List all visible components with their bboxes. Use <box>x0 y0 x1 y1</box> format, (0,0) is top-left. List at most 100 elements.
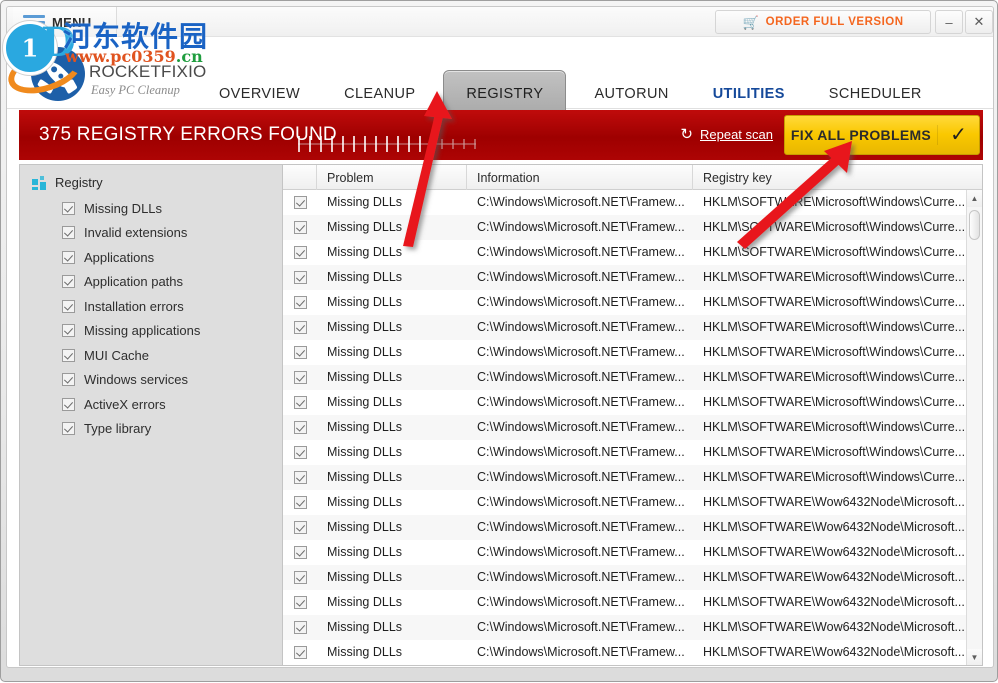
tab-overview[interactable]: OVERVIEW <box>197 81 322 107</box>
column-header-checkbox[interactable] <box>283 165 317 190</box>
sidebar-item-checkbox[interactable] <box>62 324 75 338</box>
row-checkbox-cell[interactable] <box>283 640 317 665</box>
row-checkbox[interactable] <box>293 621 307 634</box>
row-checkbox[interactable] <box>293 546 307 559</box>
table-row[interactable]: Missing DLLs C:\Windows\Microsoft.NET\Fra… <box>283 490 967 515</box>
row-checkbox[interactable] <box>293 371 307 384</box>
row-checkbox[interactable] <box>293 496 307 509</box>
table-row[interactable]: Missing DLLs C:\Windows\Microsoft.NET\Fra… <box>283 540 967 565</box>
row-checkbox-cell[interactable] <box>283 240 317 265</box>
fix-all-problems-button[interactable]: FIX ALL PROBLEMS ✓ <box>784 115 980 155</box>
row-checkbox-cell[interactable] <box>283 415 317 440</box>
cell-registry-key: HKLM\SOFTWARE\Microsoft\Windows\Curre... <box>703 270 966 284</box>
row-checkbox-cell[interactable] <box>283 590 317 615</box>
scroll-down-arrow-icon[interactable]: ▼ <box>967 649 982 665</box>
sidebar-item-checkbox[interactable] <box>62 201 75 215</box>
row-checkbox[interactable] <box>293 346 307 359</box>
row-checkbox-cell[interactable] <box>283 265 317 290</box>
sidebar-item[interactable]: Invalid extensions <box>20 221 282 246</box>
table-row[interactable]: Missing DLLs C:\Windows\Microsoft.NET\Fra… <box>283 315 967 340</box>
table-row[interactable]: Missing DLLs C:\Windows\Microsoft.NET\Fra… <box>283 240 967 265</box>
row-checkbox[interactable] <box>293 296 307 309</box>
table-row[interactable]: Missing DLLs C:\Windows\Microsoft.NET\Fra… <box>283 290 967 315</box>
sidebar-item[interactable]: Type library <box>20 417 282 442</box>
menu-button[interactable]: MENU <box>13 7 117 37</box>
row-checkbox[interactable] <box>293 471 307 484</box>
row-checkbox[interactable] <box>293 221 307 234</box>
row-checkbox-cell[interactable] <box>283 190 317 215</box>
row-checkbox-cell[interactable] <box>283 315 317 340</box>
table-row[interactable]: Missing DLLs C:\Windows\Microsoft.NET\Fra… <box>283 565 967 590</box>
sidebar-item[interactable]: ActiveX errors <box>20 392 282 417</box>
sidebar-item[interactable]: Application paths <box>20 270 282 295</box>
sidebar-item-checkbox[interactable] <box>62 373 75 387</box>
sidebar-item-checkbox[interactable] <box>62 299 75 313</box>
tab-utilities[interactable]: UTILITIES <box>691 81 807 107</box>
row-checkbox[interactable] <box>293 646 307 659</box>
table-row[interactable]: Missing DLLs C:\Windows\Microsoft.NET\Fra… <box>283 615 967 640</box>
table-row[interactable]: Missing DLLs C:\Windows\Microsoft.NET\Fra… <box>283 415 967 440</box>
row-checkbox-cell[interactable] <box>283 290 317 315</box>
row-checkbox[interactable] <box>293 396 307 409</box>
row-checkbox[interactable] <box>293 246 307 259</box>
tab-scheduler[interactable]: SCHEDULER <box>807 81 944 107</box>
sidebar-item[interactable]: MUI Cache <box>20 343 282 368</box>
minimize-button[interactable]: – <box>935 10 963 34</box>
cell-problem: Missing DLLs <box>327 520 403 534</box>
column-header-registry-key[interactable]: Registry key <box>693 165 967 190</box>
table-row[interactable]: Missing DLLs C:\Windows\Microsoft.NET\Fra… <box>283 465 967 490</box>
row-checkbox[interactable] <box>293 196 307 209</box>
rocket-logo-icon <box>31 47 85 101</box>
sidebar-item-checkbox[interactable] <box>62 250 75 264</box>
row-checkbox-cell[interactable] <box>283 440 317 465</box>
table-row[interactable]: Missing DLLs C:\Windows\Microsoft.NET\Fra… <box>283 390 967 415</box>
sidebar-item[interactable]: Missing DLLs <box>20 196 282 221</box>
table-row[interactable]: Missing DLLs C:\Windows\Microsoft.NET\Fra… <box>283 190 967 215</box>
row-checkbox[interactable] <box>293 421 307 434</box>
sidebar-item[interactable]: Windows services <box>20 368 282 393</box>
row-checkbox[interactable] <box>293 321 307 334</box>
row-checkbox[interactable] <box>293 596 307 609</box>
table-row[interactable]: Missing DLLs C:\Windows\Microsoft.NET\Fra… <box>283 215 967 240</box>
row-checkbox[interactable] <box>293 271 307 284</box>
table-row[interactable]: Missing DLLs C:\Windows\Microsoft.NET\Fra… <box>283 515 967 540</box>
row-checkbox[interactable] <box>293 571 307 584</box>
row-checkbox-cell[interactable] <box>283 390 317 415</box>
table-row[interactable]: Missing DLLs C:\Windows\Microsoft.NET\Fra… <box>283 440 967 465</box>
sidebar-item-checkbox[interactable] <box>62 397 75 411</box>
row-checkbox-cell[interactable] <box>283 565 317 590</box>
row-checkbox[interactable] <box>293 521 307 534</box>
repeat-scan-link[interactable]: ↻ Repeat scan <box>680 127 773 142</box>
sidebar-item[interactable]: Missing applications <box>20 319 282 344</box>
row-checkbox-cell[interactable] <box>283 540 317 565</box>
tab-cleanup[interactable]: CLEANUP <box>322 81 437 107</box>
tab-autorun[interactable]: AUTORUN <box>572 81 690 107</box>
scrollbar-thumb[interactable] <box>969 210 980 240</box>
row-checkbox-cell[interactable] <box>283 215 317 240</box>
sidebar-item-checkbox[interactable] <box>62 348 75 362</box>
close-button[interactable]: ✕ <box>965 10 993 34</box>
table-row[interactable]: Missing DLLs C:\Windows\Microsoft.NET\Fra… <box>283 340 967 365</box>
order-full-version-button[interactable]: 🛒 ORDER FULL VERSION <box>715 10 931 34</box>
table-scrollbar[interactable]: ▲ ▼ <box>966 190 982 665</box>
sidebar-root-registry[interactable]: Registry <box>20 165 282 196</box>
column-header-information[interactable]: Information <box>467 165 693 190</box>
scroll-up-arrow-icon[interactable]: ▲ <box>967 190 982 207</box>
row-checkbox-cell[interactable] <box>283 340 317 365</box>
row-checkbox[interactable] <box>293 446 307 459</box>
sidebar-item[interactable]: Installation errors <box>20 294 282 319</box>
row-checkbox-cell[interactable] <box>283 515 317 540</box>
table-row[interactable]: Missing DLLs C:\Windows\Microsoft.NET\Fra… <box>283 365 967 390</box>
row-checkbox-cell[interactable] <box>283 365 317 390</box>
row-checkbox-cell[interactable] <box>283 465 317 490</box>
table-row[interactable]: Missing DLLs C:\Windows\Microsoft.NET\Fra… <box>283 265 967 290</box>
table-row[interactable]: Missing DLLs C:\Windows\Microsoft.NET\Fra… <box>283 640 967 665</box>
row-checkbox-cell[interactable] <box>283 615 317 640</box>
sidebar-item-checkbox[interactable] <box>62 422 75 436</box>
sidebar-item-checkbox[interactable] <box>62 226 75 240</box>
column-header-problem[interactable]: Problem <box>317 165 467 190</box>
sidebar-item-checkbox[interactable] <box>62 275 75 289</box>
sidebar-item[interactable]: Applications <box>20 245 282 270</box>
table-row[interactable]: Missing DLLs C:\Windows\Microsoft.NET\Fra… <box>283 590 967 615</box>
row-checkbox-cell[interactable] <box>283 490 317 515</box>
